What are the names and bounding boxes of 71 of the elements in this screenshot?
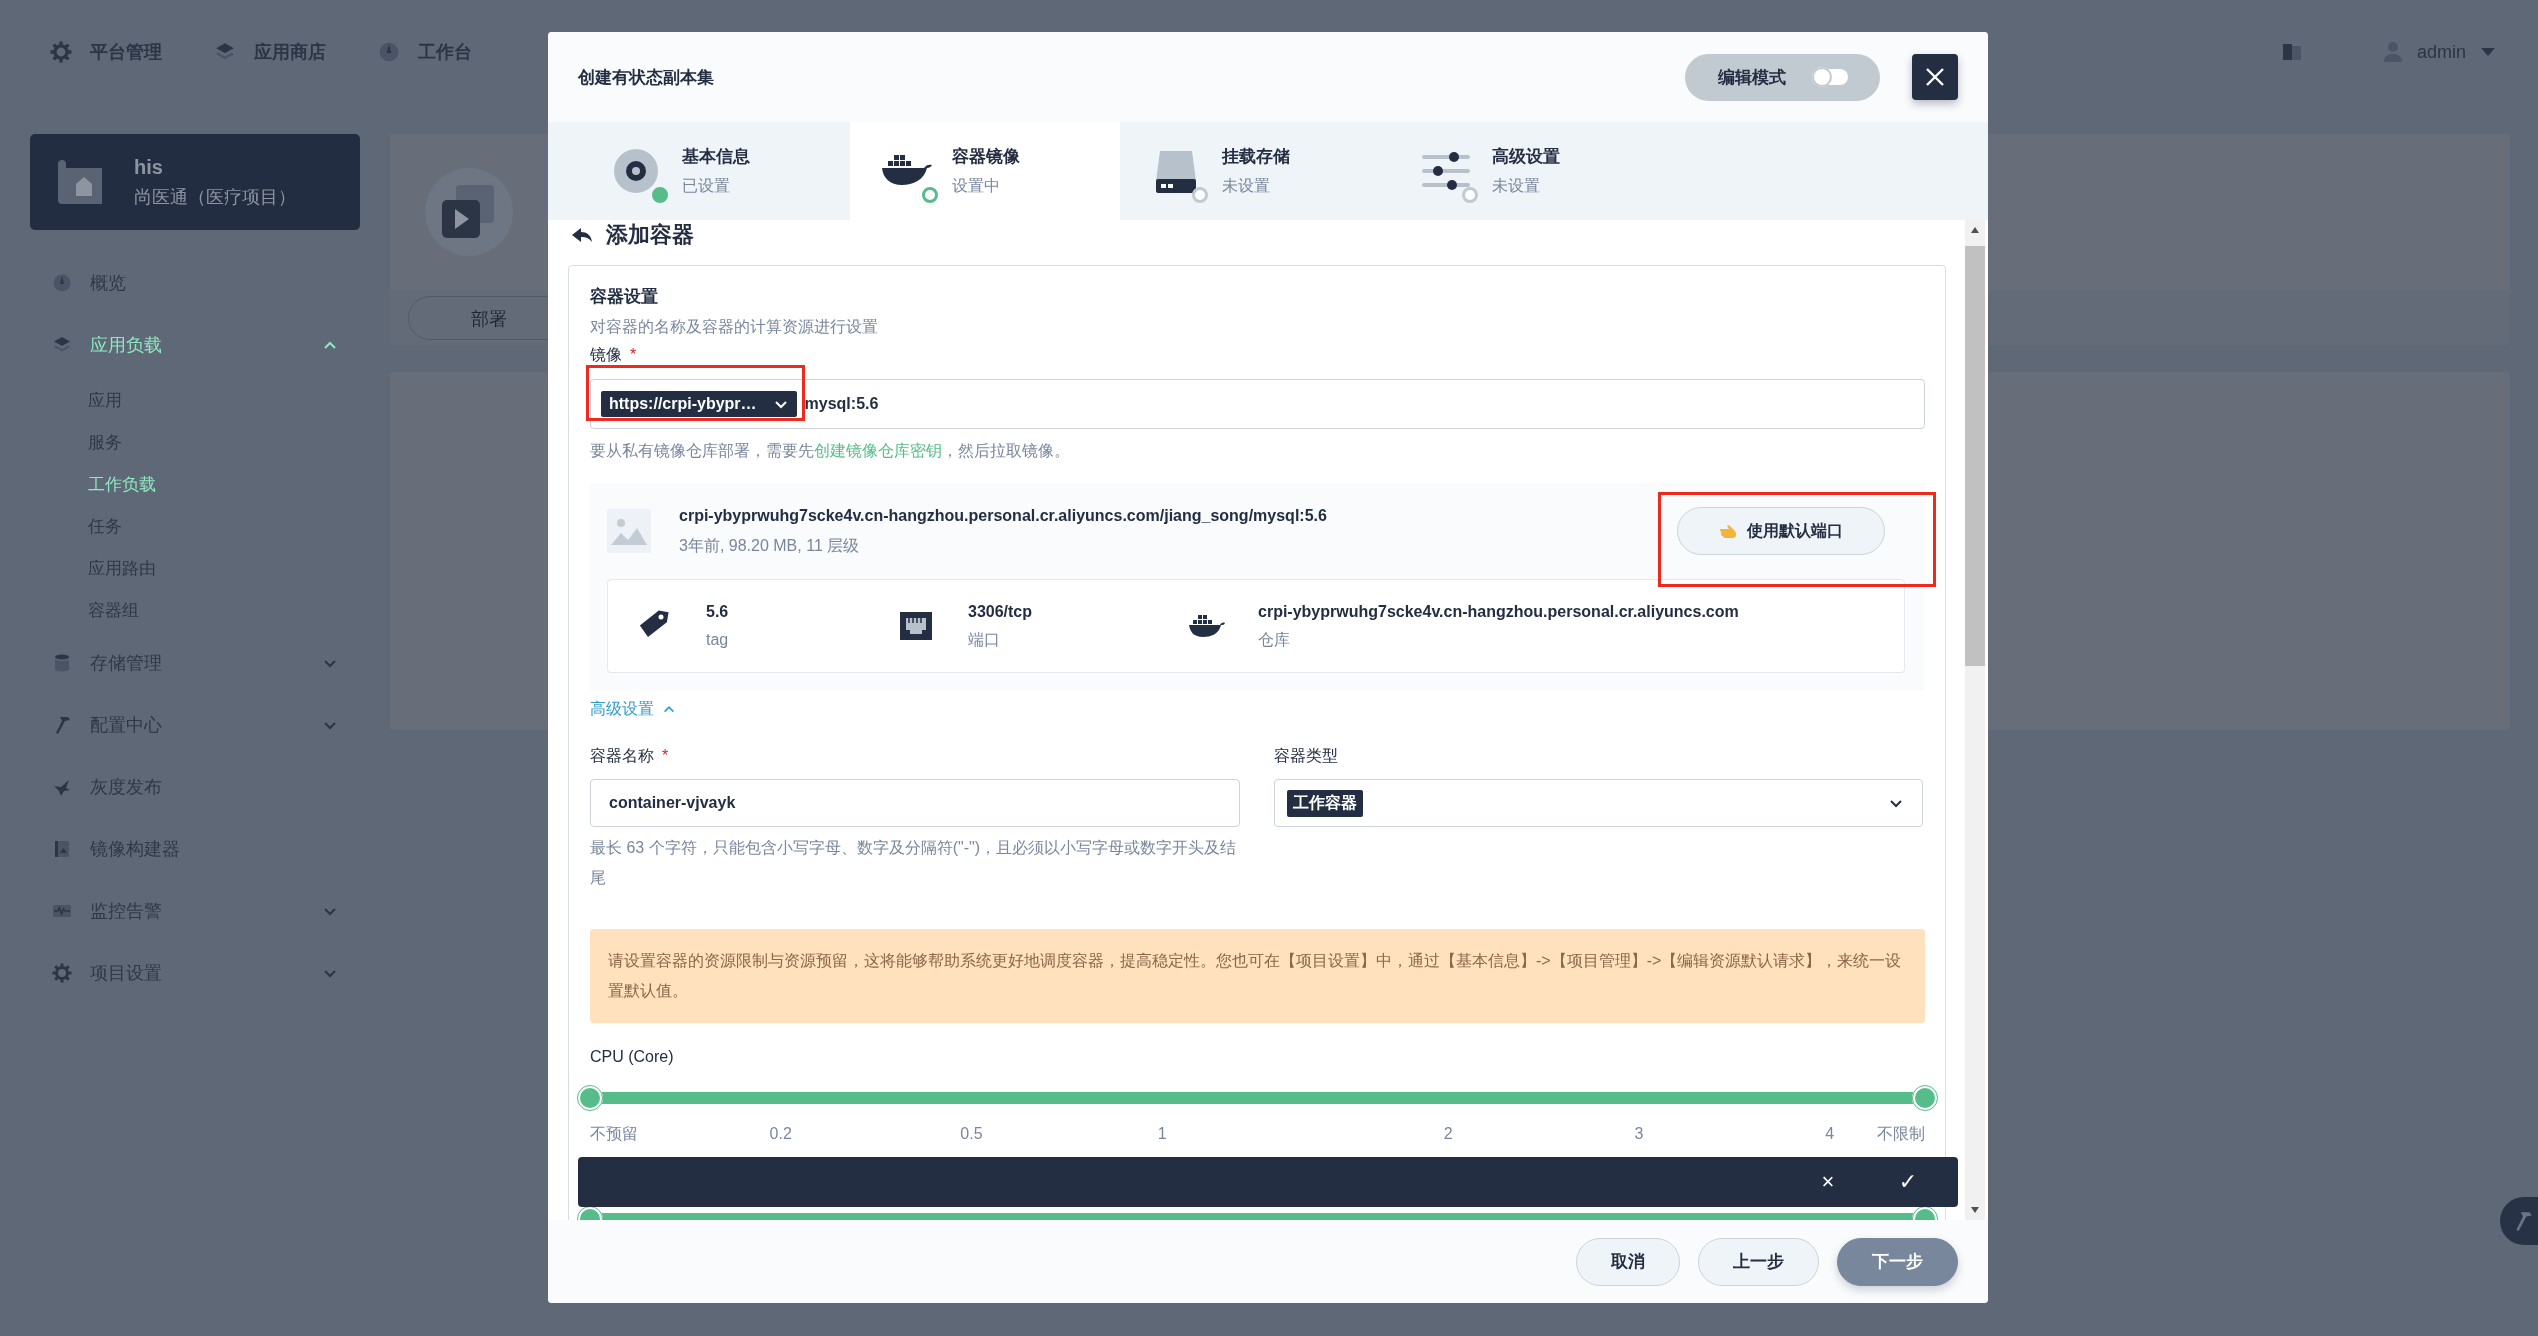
field-hint: 最长 63 个字符，只能包含小写字母、数字及分隔符("-")，且必须以小写字母或数字开头及结尾 [590,838,1238,888]
project-description: 尚医通（医疗项目） [134,185,296,209]
framed-picture-icon [52,839,72,859]
step-tab[interactable]: 容器镜像 设置中 [850,122,1120,220]
tick-label: 2 [1443,1124,1453,1144]
scrollbar[interactable] [1965,220,1985,1220]
project-card[interactable]: his 尚医通（医疗项目） [30,134,360,230]
next-button[interactable]: 下一步 [1837,1237,1958,1286]
tick-label: 不限制 [1877,1124,1925,1144]
advanced-settings-link[interactable]: 高级设置 [590,699,676,719]
field-label: 容器名称 [590,747,654,764]
workload-icon [424,167,514,257]
link[interactable]: 创建镜像仓库密钥 [814,442,942,459]
tick-label: 3 [1634,1124,1644,1144]
gauge-icon [378,41,400,63]
section-title: 添加容器 [606,220,694,249]
bird-icon [52,777,72,797]
dialog-title: 创建有状态副本集 [578,66,714,89]
container-type-select[interactable]: 工作容器 [1273,779,1923,827]
detail-value: 3306/tcp [968,602,1033,622]
image-meta: 3年前, 98.20 MB, 11 层级 [679,536,861,556]
cancel-button[interactable]: × [1798,1162,1858,1202]
footer-button[interactable]: 上一步 [1698,1237,1819,1286]
pointing-hand-icon [1719,524,1737,538]
gauge-icon [52,273,72,293]
tick-label: 0.2 [769,1124,792,1144]
range-slider[interactable] [577,1085,1938,1111]
name-input[interactable]: container-vjvayk [590,779,1240,827]
close-icon [1924,66,1946,88]
detail-value: 5.6 [706,602,729,622]
book-icon [2280,42,2303,62]
field-label: 容器类型 [1273,747,1338,764]
step-tab[interactable]: 高级设置 未设置 [1390,122,1660,220]
card-title: 容器设置 [590,286,659,308]
close-button[interactable] [1912,54,1958,100]
back-arrow-icon [572,226,592,243]
edit-mode-toggle[interactable]: 编辑模式 [1685,53,1880,101]
detail-label: tag [706,630,729,650]
detail-label: 仓库 [1258,630,1291,650]
step-tab[interactable]: 基本信息 已设置 [580,122,850,220]
detail-value: crpi-ybyprwuhg7scke4v.cn-hangzhou.personal.cr.aliyuncs.com [1258,602,1739,622]
warning-message: 请设置容器的资源限制与资源预留，这将能够帮助系统更好地调度容器，提高稳定性。您也可在【项目设置】中，通过【基本信息】->【项目管理】->【编辑资源默认请求】，来统一设置默认值。 [590,929,1925,1023]
required-mark: * [662,747,669,764]
confirm-button[interactable]: ✓ [1878,1162,1938,1202]
image-placeholder-icon [607,509,651,553]
database-icon [52,653,72,673]
hint-text: 要从私有镜像仓库部署，需要先创建镜像仓库密钥，然后拉取镜像。 [590,441,1071,461]
caret-down-icon [2480,47,2496,57]
gear-icon [50,41,72,63]
gear-icon [52,963,72,983]
slider-label: CPU (Core) [590,1047,675,1067]
step-tab[interactable]: 挂载存储 未设置 [1120,122,1390,220]
default-ports-button[interactable]: 使用默认端口 [1677,507,1885,555]
card-description: 对容器的名称及容器的计算资源进行设置 [590,317,879,337]
detail-label: 端口 [968,630,1001,650]
scroll-thumb[interactable] [1965,246,1985,666]
tick-label: 4 [1825,1124,1835,1144]
scroll-up-icon [1970,226,1980,234]
sidebar-subitem[interactable]: 工作负载 [88,464,360,506]
image-field[interactable]: https://crpi-ybypr… mysql:5.6 [590,379,1925,429]
sidebar-item[interactable]: 应用负载 [90,333,304,357]
tick-label: 不预留 [590,1124,638,1144]
project-name: his [134,155,164,179]
footer-button[interactable]: 取消 [1576,1237,1680,1286]
field-label: 镜像 [590,346,622,363]
image-name: crpi-ybyprwuhg7scke4v.cn-hangzhou.personal.cr.aliyuncs.com/jiang_song/mysql:5.6 [679,506,1328,526]
required-mark: * [630,346,637,363]
tick-label: 1 [1157,1124,1167,1144]
scroll-down-icon [1970,1206,1980,1214]
tick-label: 0.5 [960,1124,983,1144]
registry-dropdown[interactable]: https://crpi-ybypr… [601,391,797,417]
